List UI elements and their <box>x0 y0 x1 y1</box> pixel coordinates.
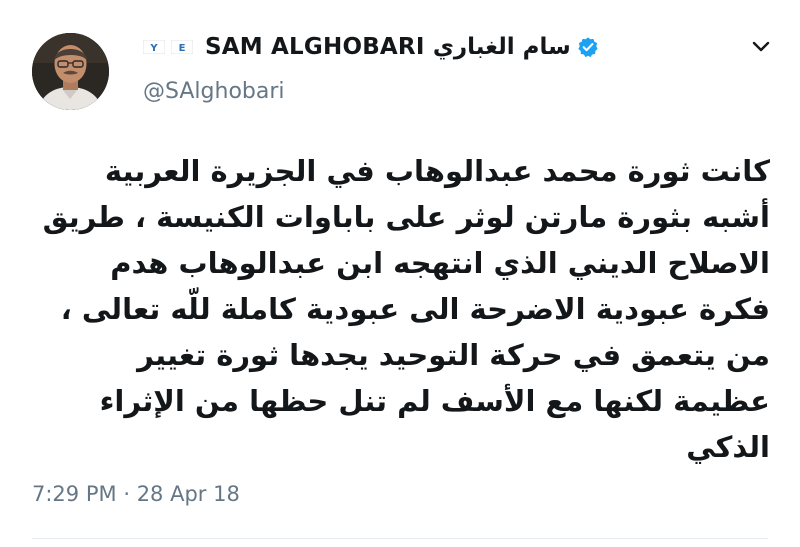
verified-badge-icon <box>578 37 598 58</box>
avatar-image <box>32 33 109 110</box>
flag-emojis: Y E <box>143 40 193 54</box>
chevron-down-icon[interactable] <box>752 40 770 54</box>
svg-text:E: E <box>179 43 186 54</box>
tweet-text: كانت ثورة محمد عبدالوهاب في الجزيرة العر… <box>42 154 770 464</box>
tweet-timestamp[interactable]: 7:29 PM · 28 Apr 18 <box>32 482 240 506</box>
svg-text:Y: Y <box>149 43 158 54</box>
egypt-flag-icon: E <box>171 40 193 54</box>
display-name[interactable]: SAM ALGHOBARI سام الغباري <box>205 34 571 60</box>
tweet-card: Y E SAM ALGHOBARI سام الغباري @SAlghobar… <box>0 0 800 547</box>
author-name-row[interactable]: Y E SAM ALGHOBARI سام الغباري <box>143 30 599 64</box>
tweet-time[interactable]: 7:29 PM <box>32 482 117 506</box>
yemen-flag-icon: Y <box>143 40 165 54</box>
divider <box>32 538 768 539</box>
tweet-date[interactable]: 28 Apr 18 <box>137 482 240 506</box>
timestamp-separator: · <box>123 482 130 506</box>
avatar[interactable] <box>32 33 109 110</box>
user-handle[interactable]: @SAlghobari <box>143 79 285 104</box>
